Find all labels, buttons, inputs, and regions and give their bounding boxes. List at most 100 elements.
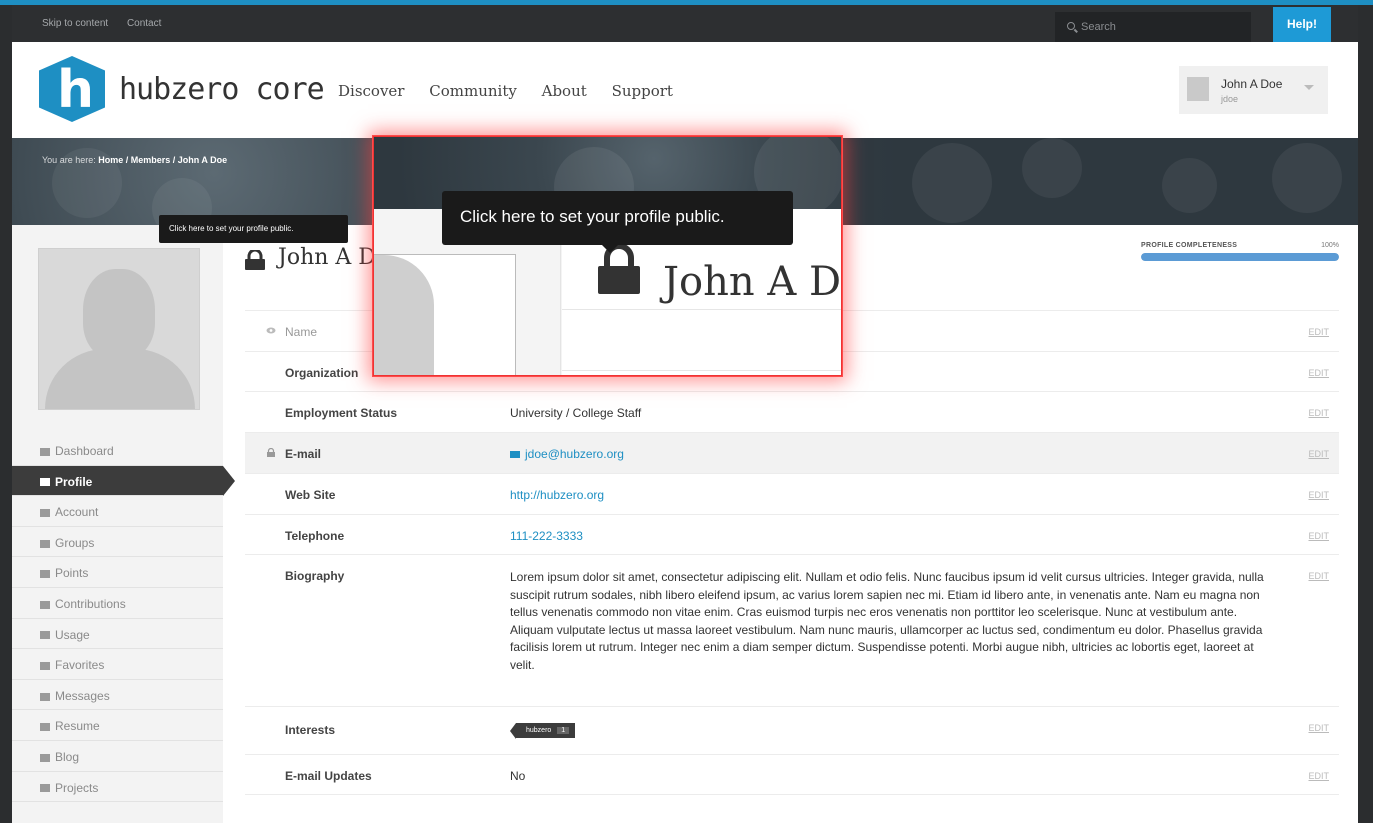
user-username: jdoe (1221, 94, 1239, 104)
help-button[interactable]: Help! (1273, 7, 1331, 42)
search-input[interactable]: Search (1055, 12, 1251, 42)
field-label: E-mail (285, 447, 322, 461)
sidebar-item-label: Usage (55, 627, 90, 642)
edit-link[interactable]: EDIT (1308, 723, 1329, 733)
breadcrumb-prefix: You are here: (42, 155, 96, 165)
sidebar-item-label: Messages (55, 688, 110, 703)
field-label: E-mail Updates (285, 769, 372, 783)
site-header: hubzero core Discover Community About Su… (12, 42, 1358, 138)
hubzero-logo-icon[interactable] (39, 56, 105, 122)
field-row-interests: Interests hubzero 1 EDIT (245, 706, 1339, 754)
skip-to-content-link[interactable]: Skip to content (42, 18, 108, 29)
utility-links: Skip to content Contact (42, 18, 177, 29)
sidebar-item-account[interactable]: Account (12, 496, 223, 527)
field-row-biography: Biography Lorem ipsum dolor sit amet, co… (245, 554, 1339, 706)
email-link[interactable]: jdoe@hubzero.org (510, 447, 624, 461)
lock-icon[interactable] (244, 250, 266, 270)
avatar (1187, 77, 1209, 101)
sidebar-item-favorites[interactable]: Favorites (12, 649, 223, 680)
edit-link[interactable]: EDIT (1308, 368, 1329, 378)
interest-tag[interactable]: hubzero 1 (509, 723, 576, 739)
profile-photo[interactable] (38, 248, 200, 410)
field-row-employment: Employment Status University / College S… (245, 391, 1339, 432)
contributions-icon (40, 600, 50, 609)
zoom-divider (562, 309, 841, 310)
edit-link[interactable]: EDIT (1308, 771, 1329, 781)
completeness-bar-fill (1141, 253, 1339, 261)
user-name: John A Doe (1221, 77, 1283, 91)
edit-link[interactable]: EDIT (1308, 531, 1329, 541)
field-label: Telephone (285, 529, 345, 543)
sidebar-item-groups[interactable]: Groups (12, 527, 223, 558)
field-label: Biography (285, 569, 345, 583)
completeness-label: PROFILE COMPLETENESS (1141, 242, 1238, 249)
sidebar-item-points[interactable]: Points (12, 557, 223, 588)
sidebar-item-contributions[interactable]: Contributions (12, 588, 223, 619)
main-nav: Discover Community About Support (338, 82, 693, 100)
utility-bar: Skip to content Contact Search Help! (12, 5, 1358, 42)
sidebar-item-label: Profile (55, 474, 93, 489)
sidebar-item-label: Groups (55, 535, 95, 550)
edit-link[interactable]: EDIT (1308, 449, 1329, 459)
logo-text[interactable]: hubzero core (119, 72, 325, 107)
website-link[interactable]: http://hubzero.org (510, 488, 604, 502)
zoom-callout: John A Doe (373, 136, 842, 376)
decor-bubble (1022, 138, 1082, 198)
lock-icon[interactable] (266, 448, 276, 457)
eye-icon[interactable] (266, 326, 276, 335)
nav-support[interactable]: Support (612, 82, 673, 100)
field-row-website: Web Site http://hubzero.org EDIT (245, 473, 1339, 514)
field-label: Organization (285, 366, 359, 380)
profile-fields: Name EDIT Organization EDIT Employment S… (245, 310, 1339, 795)
zoom-page-title: John A Doe (663, 259, 841, 305)
field-row-email: E-mail jdoe@hubzero.org EDIT (245, 432, 1339, 473)
search-placeholder: Search (1081, 21, 1116, 33)
sidebar-item-label: Blog (55, 749, 80, 764)
sidebar-item-dashboard[interactable]: Dashboard (12, 435, 223, 466)
user-icon (40, 478, 50, 487)
zoom-profile-photo (374, 254, 516, 375)
groups-icon (40, 539, 50, 548)
completeness-bar (1141, 253, 1339, 261)
edit-link[interactable]: EDIT (1308, 571, 1329, 581)
tag-count: 1 (557, 727, 570, 734)
nav-about[interactable]: About (542, 82, 587, 100)
sidebar-item-label: Resume (55, 719, 100, 734)
field-label: Interests (285, 723, 336, 737)
sidebar-item-label: Favorites (55, 658, 105, 673)
sidebar-menu: Dashboard Profile Account Groups Points … (12, 435, 235, 803)
page-title: John A D (278, 245, 376, 270)
sidebar-item-label: Projects (55, 780, 99, 795)
sidebar-item-messages[interactable]: Messages (12, 680, 223, 711)
sidebar-item-projects[interactable]: Projects (12, 772, 223, 803)
zoom-divider (562, 370, 841, 371)
breadcrumb-path[interactable]: Home / Members / John A Doe (98, 155, 227, 165)
user-account-menu[interactable]: John A Doe jdoe (1179, 66, 1328, 114)
nav-discover[interactable]: Discover (338, 82, 404, 100)
field-label: Employment Status (285, 406, 398, 420)
contact-link[interactable]: Contact (127, 18, 161, 29)
sidebar-item-resume[interactable]: Resume (12, 710, 223, 741)
sidebar-item-label: Contributions (55, 596, 126, 611)
comment-icon (40, 753, 50, 762)
sidebar-item-profile[interactable]: Profile (12, 465, 235, 497)
completeness-percent: 100% (1321, 242, 1339, 249)
telephone-link[interactable]: 111-222-3333 (510, 529, 583, 543)
interest-tags: hubzero 1 (509, 721, 576, 739)
sidebar-item-usage[interactable]: Usage (12, 619, 223, 650)
dashboard-icon (40, 447, 50, 456)
edit-link[interactable]: EDIT (1308, 490, 1329, 500)
field-label: Name (285, 325, 318, 339)
edit-link[interactable]: EDIT (1308, 327, 1329, 337)
silhouette-shoulders (45, 349, 195, 409)
silhouette (374, 255, 434, 375)
nav-community[interactable]: Community (429, 82, 517, 100)
points-icon (40, 570, 50, 579)
sidebar-item-blog[interactable]: Blog (12, 741, 223, 772)
bar-chart-icon (40, 631, 50, 640)
edit-link[interactable]: EDIT (1308, 408, 1329, 418)
field-row-telephone: Telephone 111-222-3333 EDIT (245, 514, 1339, 554)
field-value: University / College Staff (510, 406, 642, 420)
sidebar-item-label: Account (55, 505, 99, 520)
decor-bubble (1162, 158, 1217, 213)
